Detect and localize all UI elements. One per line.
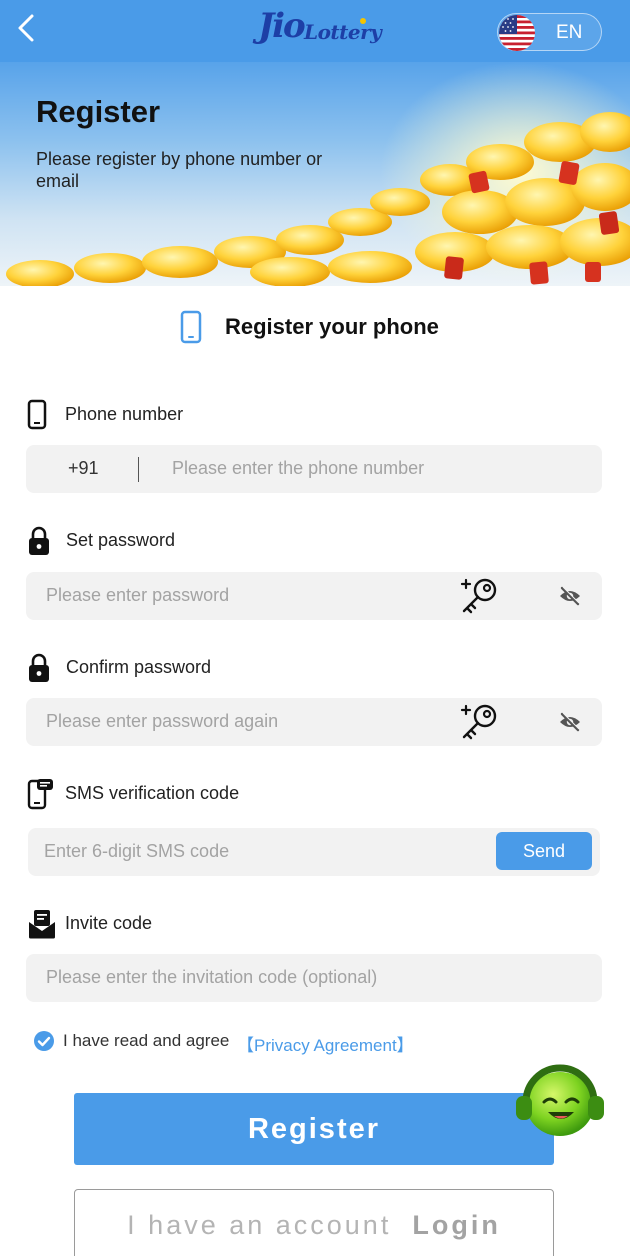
phone-icon <box>180 310 202 344</box>
confirm-label: Confirm password <box>66 657 212 677</box>
logo-main: Jio <box>258 6 306 46</box>
confirm-placeholder: Please enter password again <box>46 711 279 731</box>
register-method-tab[interactable]: Register your phone <box>0 308 630 348</box>
login-label: Login <box>412 1210 501 1240</box>
invite-placeholder: Please enter the invitation code (option… <box>46 967 378 987</box>
phone-field[interactable]: +91 Please enter the phone number <box>26 445 602 493</box>
key-icon[interactable] <box>458 702 502 742</box>
top-bar: Jio Lottery EN <box>0 0 630 62</box>
phone-icon <box>27 399 47 430</box>
envelope-icon <box>29 910 55 939</box>
send-code-button[interactable]: Send <box>496 832 592 870</box>
logo-sub: Lottery <box>304 20 382 44</box>
language-selector[interactable]: EN <box>497 13 602 51</box>
agree-checkbox[interactable] <box>34 1031 54 1051</box>
back-icon <box>18 14 34 42</box>
password-label: Set password <box>66 530 176 550</box>
section-title: Register your phone <box>225 314 439 339</box>
phone-placeholder: Please enter the phone number <box>172 458 425 478</box>
check-icon <box>37 1036 51 1047</box>
us-flag-icon <box>499 15 535 51</box>
back-button[interactable] <box>14 12 42 46</box>
country-code[interactable]: +91 <box>68 458 99 479</box>
app-logo: Jio Lottery <box>258 6 382 50</box>
page-subtitle: Please register by phone number or email <box>36 149 323 191</box>
register-button[interactable]: Register <box>74 1093 554 1165</box>
language-label: EN <box>556 22 583 43</box>
password-field[interactable]: Please enter password <box>26 572 602 620</box>
sms-placeholder: Enter 6-digit SMS code <box>44 841 230 861</box>
eye-off-icon[interactable] <box>558 585 582 607</box>
phone-label: Phone number <box>65 404 184 424</box>
logo-star-icon <box>360 18 366 24</box>
confirm-password-field[interactable]: Please enter password again <box>26 698 602 746</box>
sms-code-field[interactable]: Enter 6-digit SMS code Send <box>28 828 600 876</box>
page-title: Register <box>36 94 161 129</box>
key-icon[interactable] <box>458 576 502 616</box>
privacy-agreement-link[interactable]: 【Privacy Agreement】 <box>237 1031 414 1056</box>
customer-support-button[interactable] <box>514 1058 606 1144</box>
password-placeholder: Please enter password <box>46 585 230 605</box>
invite-label: Invite code <box>65 913 153 933</box>
sms-label: SMS verification code <box>65 783 240 803</box>
divider <box>138 457 139 482</box>
agreement-text: I have read and agree <box>63 1031 230 1050</box>
hero-banner: Register Please register by phone number… <box>0 62 630 286</box>
login-button[interactable]: I have an account Login <box>74 1189 554 1256</box>
login-prefix: I have an account <box>127 1210 392 1240</box>
eye-off-icon[interactable] <box>558 711 582 733</box>
invite-code-field[interactable]: Please enter the invitation code (option… <box>26 954 602 1002</box>
lock-icon <box>29 653 49 682</box>
sms-phone-icon <box>27 779 53 810</box>
support-mascot-icon <box>516 1064 604 1136</box>
lock-icon <box>29 526 49 555</box>
